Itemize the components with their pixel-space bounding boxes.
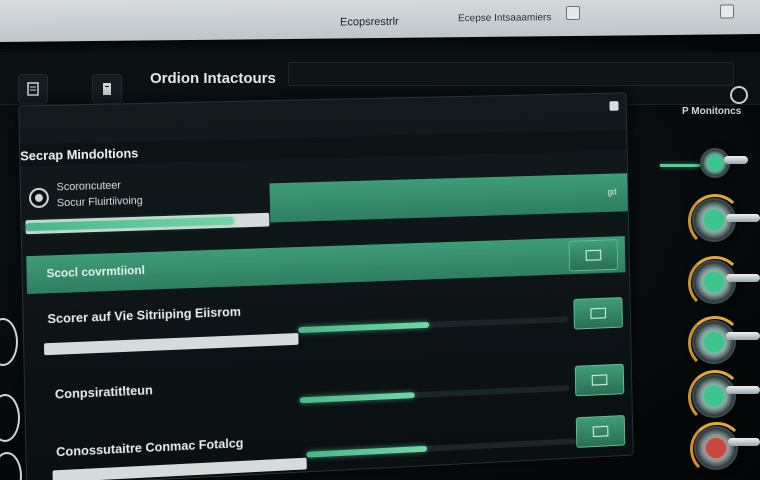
row-1-bar bbox=[44, 333, 299, 355]
monitor-knob[interactable] bbox=[692, 374, 736, 418]
row-3-bar bbox=[53, 458, 307, 480]
knob-arm[interactable] bbox=[726, 214, 760, 222]
monitor-line bbox=[660, 164, 700, 167]
monitor-knob[interactable] bbox=[692, 260, 736, 304]
row-3-slider[interactable] bbox=[306, 438, 576, 457]
radio-label-1: Scoroncuteer bbox=[56, 180, 121, 194]
row-3-slider-fill bbox=[306, 446, 426, 458]
row-2-button[interactable] bbox=[575, 364, 625, 397]
row-1-button[interactable] bbox=[573, 297, 623, 329]
monitor-knob[interactable] bbox=[692, 320, 736, 364]
knob-core bbox=[704, 272, 724, 292]
knob-core bbox=[704, 210, 724, 230]
knob-arm bbox=[724, 156, 748, 164]
progress-track bbox=[25, 213, 269, 234]
search-input[interactable] bbox=[288, 62, 734, 86]
monitor-header: P Monitoncs bbox=[682, 106, 741, 117]
row-2-label: Conpsiratitlteun bbox=[55, 382, 153, 401]
panel-close-button[interactable] bbox=[609, 101, 618, 111]
section-band-label: Scocl covrmtiionl bbox=[46, 263, 145, 280]
knob-arm[interactable] bbox=[726, 386, 760, 394]
row-3-label: Conossutaitre Conmac Fotalcg bbox=[56, 435, 243, 459]
monitor-knob[interactable] bbox=[694, 426, 738, 470]
knob-arm[interactable] bbox=[728, 438, 760, 446]
screen-icon bbox=[584, 248, 602, 262]
screen-icon bbox=[590, 373, 608, 387]
minimize-button[interactable] bbox=[566, 6, 580, 20]
row-1-label: Scorer auf Vie Sitriiping Eiisrom bbox=[47, 304, 241, 326]
progress-fill bbox=[26, 217, 234, 231]
window-subtitle: Ecepse Intsaaamiers bbox=[458, 12, 551, 24]
knob-core bbox=[704, 386, 724, 406]
row-2-slider-fill bbox=[300, 392, 415, 403]
screen: Ecopsrestrlr Ecepse Intsaaamiers Ordion … bbox=[0, 0, 760, 480]
panel-header-label: Secrap Mindoltions bbox=[20, 146, 138, 164]
right-monitor-column: P Monitoncs bbox=[660, 96, 760, 480]
row-1-slider[interactable] bbox=[298, 316, 568, 333]
main-panel-wrap: Secrap Mindoltions Scoroncuteer Socur Fl… bbox=[0, 83, 634, 480]
file-icon bbox=[26, 82, 40, 96]
radio-button[interactable] bbox=[29, 188, 49, 209]
radio-label-2: Socur Fluirtiivoing bbox=[57, 195, 143, 209]
app-title: Ordion Intactours bbox=[150, 70, 276, 87]
knob-core bbox=[706, 438, 726, 458]
window-titlebar: Ecopsrestrlr Ecepse Intsaaamiers bbox=[0, 0, 760, 42]
knob-core bbox=[704, 332, 724, 352]
corner-tag: gd bbox=[607, 187, 616, 197]
screen-icon bbox=[591, 424, 609, 438]
section-button[interactable] bbox=[569, 239, 619, 271]
main-panel: Secrap Mindoltions Scoroncuteer Socur Fl… bbox=[18, 92, 633, 480]
panel-header: Secrap Mindoltions bbox=[20, 129, 627, 166]
row-3-button[interactable] bbox=[576, 415, 626, 448]
row-1-slider-fill bbox=[298, 322, 429, 333]
row-2-slider[interactable] bbox=[300, 385, 570, 403]
knob-arm[interactable] bbox=[726, 274, 760, 282]
maximize-button[interactable] bbox=[720, 4, 734, 18]
knob-core bbox=[707, 155, 723, 171]
window-title: Ecopsrestrlr bbox=[340, 16, 399, 29]
screen-icon bbox=[589, 306, 607, 320]
knob-arm[interactable] bbox=[726, 332, 760, 340]
